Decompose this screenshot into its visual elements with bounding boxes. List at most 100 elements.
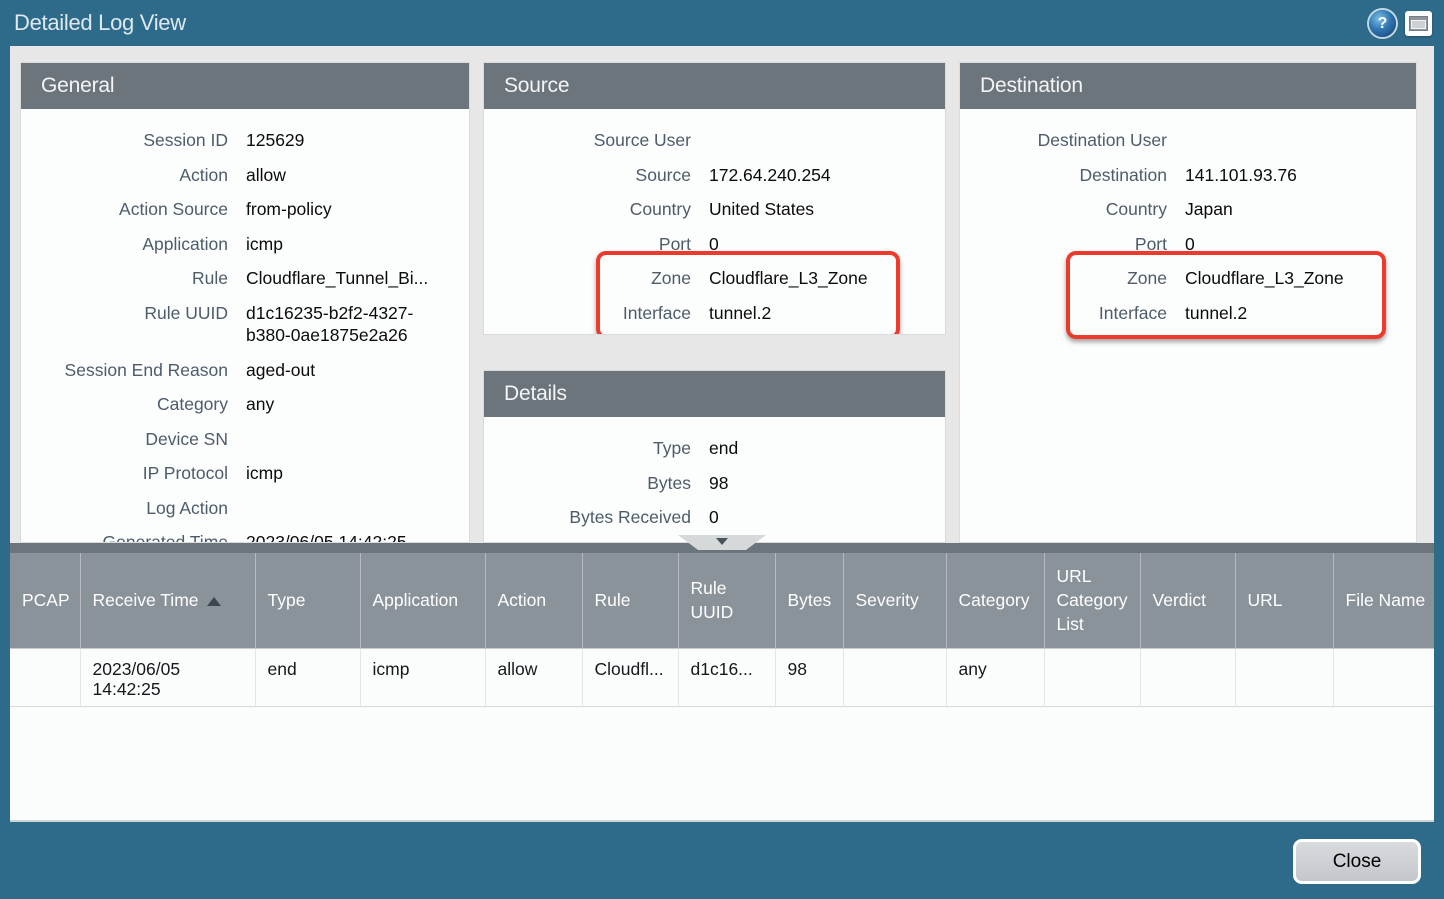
panel-general-header: General xyxy=(21,63,469,109)
panel-details: Details Type end Bytes 98 Bytes Received 0 xyxy=(483,370,946,543)
field-value: Cloudflare_L3_Zone xyxy=(709,268,868,288)
column-header-label: Application xyxy=(372,590,459,611)
column-header-bytes[interactable]: Bytes xyxy=(775,553,844,649)
field-value: from-policy xyxy=(246,199,332,219)
field-label: Type xyxy=(653,438,691,458)
field-session-id: Session ID 125629 xyxy=(21,123,469,158)
column-header-label: URL Category List xyxy=(1056,566,1128,635)
field-value: 141.101.93.76 xyxy=(1185,164,1297,185)
field-port: Port 0 xyxy=(484,227,945,262)
field-value: United States xyxy=(709,199,815,219)
cell-action: allow xyxy=(485,648,583,707)
column-header-label: Receive Time xyxy=(92,590,199,611)
log-table: PCAP Receive Time Type Application Actio… xyxy=(10,553,1434,707)
cell-pcap xyxy=(10,648,81,707)
cell-severity xyxy=(843,648,947,707)
column-header-application[interactable]: Application xyxy=(360,553,486,649)
field-label: Interface xyxy=(1098,302,1167,323)
column-header-pcap[interactable]: PCAP xyxy=(10,553,81,649)
window-glyph-inner xyxy=(1411,19,1426,29)
field-value: 0 xyxy=(709,507,719,527)
field-label: Country xyxy=(1105,199,1167,219)
column-header-severity[interactable]: Severity xyxy=(843,553,947,649)
panel-source: Source Source User Source 172.64.240.254 … xyxy=(483,62,946,335)
field-value: any xyxy=(246,394,275,414)
field-value: 172.64.240.254 xyxy=(709,164,831,185)
field-value: Japan xyxy=(1185,199,1233,219)
column-header-label: Action xyxy=(497,590,547,611)
column-header-rule-uuid[interactable]: Rule UUID xyxy=(678,553,776,649)
field-rule: Rule Cloudflare_Tunnel_Bi... xyxy=(21,261,469,296)
field-action-source: Action Source from-policy xyxy=(21,192,469,227)
field-label: Source User xyxy=(593,130,691,150)
page-title: Detailed Log View xyxy=(14,10,186,35)
field-label: Generated Time xyxy=(102,532,228,543)
field-label: Zone xyxy=(651,268,691,288)
field-action: Action allow xyxy=(21,158,469,193)
field-value: end xyxy=(709,438,739,458)
collapse-handle[interactable] xyxy=(678,535,766,550)
field-label: Zone xyxy=(1127,268,1167,288)
column-header-file-name[interactable]: File Name xyxy=(1333,553,1434,649)
column-header-label: URL xyxy=(1247,590,1283,611)
column-header-label: File Name xyxy=(1345,590,1426,611)
column-header-category[interactable]: Category xyxy=(946,553,1045,649)
section-divider xyxy=(10,535,1434,553)
cell-file-name xyxy=(1333,648,1434,707)
column-header-label: Rule xyxy=(594,590,631,611)
sort-ascending-icon xyxy=(206,597,221,607)
column-header-label: Verdict xyxy=(1152,590,1207,611)
field-port: Port 0 xyxy=(960,227,1416,262)
panel-general: General Session ID 125629 Action allow Act… xyxy=(20,62,470,543)
column-header-url[interactable]: URL xyxy=(1235,553,1334,649)
field-value: tunnel.2 xyxy=(1185,302,1248,323)
column-header-label: Bytes xyxy=(787,590,832,611)
field-log-action: Log Action xyxy=(21,491,469,526)
panels-area: General Session ID 125629 Action allow Act… xyxy=(10,46,1434,543)
help-icon[interactable]: ? xyxy=(1369,9,1396,37)
column-header-action[interactable]: Action xyxy=(485,553,583,649)
field-value: 0 xyxy=(709,233,719,254)
column-header-receive-time[interactable]: Receive Time xyxy=(80,553,256,649)
field-bytes: Bytes 98 xyxy=(484,466,945,501)
column-header-type[interactable]: Type xyxy=(255,553,361,649)
table-row[interactable]: 2023/06/05 14:42:25 end icmp allow Cloud… xyxy=(10,648,1434,707)
field-generated-time: Generated Time 2023/06/05 14:42:25 xyxy=(21,525,469,543)
dialog-footer: Close xyxy=(0,822,1444,899)
field-interface: Interface tunnel.2 xyxy=(484,296,945,331)
column-header-url-category-list[interactable]: URL Category List xyxy=(1044,553,1141,649)
cell-rule-uuid: d1c16... xyxy=(678,648,776,707)
field-label: Interface xyxy=(622,302,691,323)
field-zone: Zone Cloudflare_L3_Zone xyxy=(960,261,1416,296)
field-label: Rule xyxy=(192,268,228,288)
cell-bytes: 98 xyxy=(775,648,844,707)
field-label: Source xyxy=(635,164,691,185)
panel-general-body: Session ID 125629 Action allow Action Sour… xyxy=(21,109,469,543)
field-label: Port xyxy=(658,233,691,254)
field-zone: Zone Cloudflare_L3_Zone xyxy=(484,261,945,296)
column-header-rule[interactable]: Rule xyxy=(582,553,679,649)
cell-url-category-list xyxy=(1044,648,1141,707)
field-value xyxy=(246,428,469,451)
panel-destination-body: Destination User Destination 141.101.93.7… xyxy=(960,109,1416,339)
field-value: 98 xyxy=(709,472,729,493)
cell-verdict xyxy=(1140,648,1236,707)
field-value: allow xyxy=(246,164,286,185)
close-button[interactable]: Close xyxy=(1293,839,1421,884)
title-bar-actions: ? xyxy=(1369,9,1432,37)
chevron-down-icon xyxy=(716,538,728,545)
field-source: Source 172.64.240.254 xyxy=(484,158,945,193)
field-value: icmp xyxy=(246,233,283,254)
column-header-verdict[interactable]: Verdict xyxy=(1140,553,1236,649)
field-value: Cloudflare_L3_Zone xyxy=(1185,268,1344,288)
window-restore-icon[interactable] xyxy=(1405,10,1432,36)
field-value xyxy=(1185,129,1416,152)
column-header-label: Rule UUID xyxy=(690,578,734,623)
panel-details-header: Details xyxy=(484,371,945,417)
field-category: Category any xyxy=(21,387,469,422)
field-value xyxy=(709,129,945,152)
field-label: Device SN xyxy=(145,428,228,449)
field-label: Destination xyxy=(1079,164,1167,185)
log-table-area: PCAP Receive Time Type Application Actio… xyxy=(10,553,1434,822)
panel-source-header: Source xyxy=(484,63,945,109)
